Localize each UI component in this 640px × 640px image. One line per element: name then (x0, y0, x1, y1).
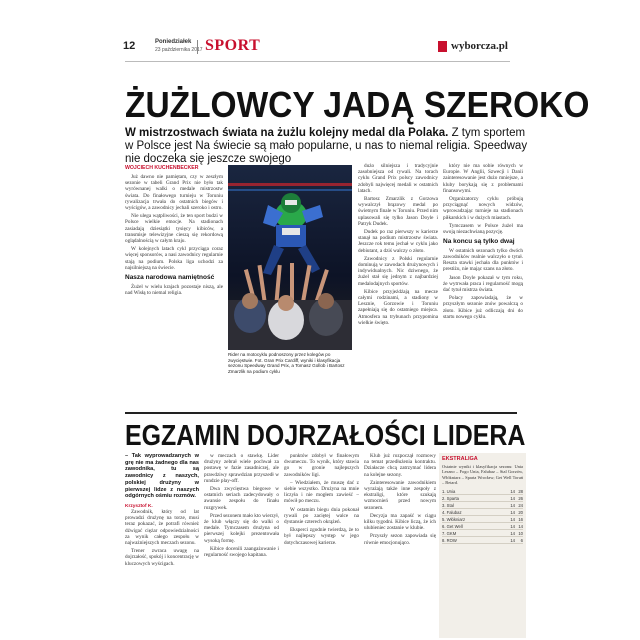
table-cell-m: 14 (507, 508, 515, 517)
article-lead: W mistrzostwach świata na żużlu kolejny … (125, 127, 530, 166)
table-cell-pts: 26 (515, 494, 523, 503)
standings-title: EKSTRALIGA (442, 456, 478, 462)
page-header: 12 Poniedziałek 23 października 2017 SPO… (123, 37, 508, 59)
table-cell-team: 3. Stal (442, 501, 507, 510)
newspaper-page: 12 Poniedziałek 23 października 2017 SPO… (0, 0, 640, 640)
section-title: SPORT (205, 37, 261, 54)
subhead-1: Nasza narodowa namiętność (125, 274, 215, 282)
table-cell-team: 7. GKM (442, 529, 507, 538)
table-cell-pts: 24 (515, 501, 523, 510)
photo-caption: Rider na motocyklu podnoszony przez kole… (228, 352, 345, 374)
article-column-3: dużo silniejsza i tradycyjnie zasobniejs… (358, 163, 438, 326)
brand-logo-icon (438, 41, 447, 52)
table-row: 6. Get Well 14 14 (442, 522, 523, 531)
standings-table: 1. Unia 14 28 2. Sparta 14 26 3. Stal 14 24 4. Fa… (442, 488, 523, 545)
page-number: 12 (123, 40, 136, 52)
table-row: 2. Sparta 14 26 (442, 494, 523, 503)
article-column-1: Wojciech Kuchenbecker Już dawno nie pami… (125, 165, 223, 296)
table-cell-pts: 10 (515, 529, 523, 538)
table-cell-team: 6. Get Well (442, 522, 507, 531)
header-date: 23 października 2017 (155, 47, 203, 53)
table-cell-m: 14 (507, 515, 515, 524)
table-cell-m: 14 (507, 494, 515, 503)
table-row: 3. Stal 14 24 (442, 501, 523, 510)
table-cell-team: 2. Sparta (442, 494, 507, 503)
table-cell-team: 5. Włókniarz (442, 515, 507, 524)
article-photo[interactable] (228, 165, 352, 350)
table-row: 5. Włókniarz 14 16 (442, 515, 523, 524)
byline: Wojciech Kuchenbecker (125, 165, 199, 171)
table-cell-pts: 6 (515, 536, 523, 545)
table-cell-pts: 16 (515, 515, 523, 524)
article2-column-1: – Tak wyprowadzanych w grę nie ma żadneg… (125, 453, 199, 567)
table-cell-pts: 14 (515, 522, 523, 531)
table-row: 4. Falubaz 14 20 (442, 508, 523, 517)
article-column-4: który nie ma sobie równych w Europie. W … (443, 163, 523, 320)
header-rule (125, 61, 510, 62)
article-divider (125, 412, 517, 414)
table-cell-m: 14 (507, 529, 515, 538)
speedway-photo-illustration (228, 165, 352, 350)
lead-bold: W mistrzostwach świata na żużlu kolejny … (125, 127, 449, 139)
table-cell-m: 14 (507, 522, 515, 531)
table-row: 8. ROW 14 6 (442, 536, 523, 545)
article2-column-3: punktów zdobył w finałowym dwumeczu. To … (284, 453, 359, 546)
header-divider (197, 40, 198, 54)
brand-logo-text: wyborcza.pl (451, 40, 508, 52)
table-cell-team: 4. Falubaz (442, 508, 507, 517)
standings-text: Ostatnie wyniki i klasyfikacja sezonu: U… (442, 464, 523, 485)
table-cell-m: 14 (507, 536, 515, 545)
table-cell-m: 14 (507, 501, 515, 510)
article2-title: EGZAMIN DOJRZAŁOŚCI LIDERA (125, 420, 526, 452)
brand-logo[interactable]: wyborcza.pl (438, 40, 508, 54)
table-row: 7. GKM 14 10 (442, 529, 523, 538)
header-day: Poniedziałek (155, 39, 192, 45)
standings-box: EKSTRALIGA Ostatnie wyniki i klasyfikacj… (439, 453, 526, 638)
subhead-2: Na koncu są tylko dwaj (443, 238, 515, 246)
table-cell-pts: 20 (515, 508, 523, 517)
article-title: ŻUŻLOWCY JADĄ SZEROKO (125, 84, 590, 125)
article2-column-4: Klub już rozpoczął rozmowy na temat prze… (364, 453, 436, 546)
table-cell-team: 8. ROW (442, 536, 507, 545)
article2-column-2: w meczach o stawkę. Lider drużyny zebrał… (204, 453, 279, 559)
article2-intro: – Tak wyprowadzanych w grę nie ma żadneg… (125, 453, 199, 500)
